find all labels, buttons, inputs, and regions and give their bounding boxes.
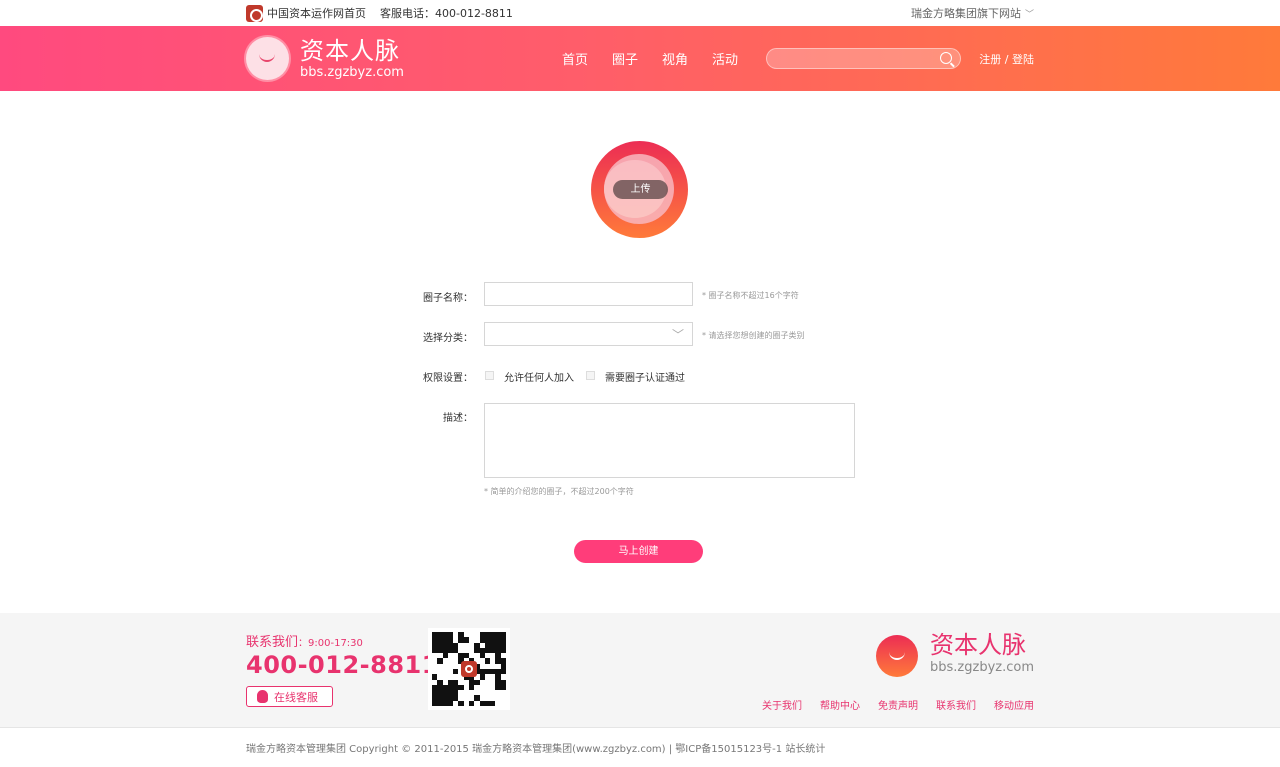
name-label: 圈子名称： [423, 293, 473, 304]
category-label: 选择分类： [423, 333, 473, 344]
main-nav: 首页 圈子 视角 活动 [562, 49, 738, 68]
allow-anyone-label: 允许任何人加入 [504, 373, 574, 384]
description-textarea[interactable] [484, 403, 855, 478]
online-service-label: 在线客服 [274, 690, 318, 704]
nav-circles[interactable]: 圈子 [612, 49, 638, 68]
logo-domain: bbs.zgzbyz.com [300, 64, 404, 80]
group-sites-label: 瑞金方略集团旗下网站 [910, 7, 1021, 20]
copyright-text: 瑞金方略资本管理集团 Copyright © 2011-2015 瑞金方略资本管… [246, 744, 826, 755]
brand-logo[interactable]: 资本人脉 bbs.zgzbyz.com [246, 37, 404, 80]
qr-logo-icon [461, 661, 477, 677]
description-label: 描述： [443, 413, 473, 424]
footer: 联系我们：9:00-17:30 400-012-8811 在线客服 资本人脉 b… [0, 613, 1280, 728]
search-input[interactable] [767, 51, 961, 71]
contact-title-text: 联系我们 [246, 635, 299, 650]
footer-logo-domain: bbs.zgzbyz.com [930, 660, 1034, 675]
group-sites-dropdown[interactable]: 瑞金方略集团旗下网站 ﹀ [911, 5, 1034, 21]
description-hint: * 简单的介绍您的圈子，不超过200个字符 [484, 487, 634, 496]
upload-button[interactable]: 上传 [613, 180, 668, 199]
contact-title: 联系我们：9:00-17:30 [246, 631, 363, 650]
chevron-down-icon: ﹀ [671, 328, 684, 342]
name-hint: * 圈子名称不超过16个字符 [702, 291, 799, 300]
contact-hours: ：9:00-17:30 [298, 638, 363, 649]
footer-logo-title: 资本人脉 [930, 631, 1027, 659]
footer-link-help[interactable]: 帮助中心 [820, 697, 860, 712]
search-icon[interactable] [940, 52, 953, 64]
top-bar: 中国资本运作网首页 客服电话：400-012-8811 瑞金方略集团旗下网站 ﹀ [0, 0, 1280, 26]
footer-link-mobile[interactable]: 移动应用 [994, 697, 1034, 712]
allow-anyone-checkbox[interactable] [485, 371, 494, 380]
category-select[interactable]: ﹀ [484, 322, 693, 346]
smile-logo-icon [876, 635, 919, 677]
require-approval-label: 需要圈子认证通过 [605, 373, 685, 384]
smile-logo-icon [246, 37, 289, 80]
home-link[interactable]: 中国资本运作网首页 [267, 5, 366, 21]
copyright-bar: 瑞金方略资本管理集团 Copyright © 2011-2015 瑞金方略资本管… [0, 728, 1280, 767]
create-button[interactable]: 马上创建 [574, 540, 703, 563]
footer-links: 关于我们 帮助中心 免责声明 联系我们 移动应用 [762, 697, 1034, 712]
logo-title: 资本人脉 [300, 36, 400, 65]
nav-home[interactable]: 首页 [562, 49, 588, 68]
nav-events[interactable]: 活动 [712, 49, 738, 68]
create-circle-form: 上传 圈子名称： * 圈子名称不超过16个字符 选择分类： ﹀ * 请选择您想创… [0, 91, 1280, 613]
online-service-button[interactable]: 在线客服 [246, 686, 333, 707]
footer-logo: 资本人脉 bbs.zgzbyz.com [876, 631, 1034, 677]
footer-link-contact[interactable]: 联系我们 [936, 697, 976, 712]
permission-label: 权限设置： [423, 373, 473, 384]
hotline-text: 客服电话：400-012-8811 [380, 7, 513, 20]
circle-avatar: 上传 [591, 141, 688, 238]
search-box [766, 48, 962, 71]
header: 资本人脉 bbs.zgzbyz.com 首页 圈子 视角 活动 注册 / 登陆 [0, 26, 1280, 91]
circle-name-input[interactable] [484, 282, 693, 306]
footer-link-disclaimer[interactable]: 免责声明 [878, 697, 918, 712]
category-hint: * 请选择您想创建的圈子类别 [702, 331, 805, 340]
qq-icon [257, 690, 268, 703]
register-login-link[interactable]: 注册 / 登陆 [979, 51, 1034, 67]
qr-code [428, 628, 510, 710]
nav-perspective[interactable]: 视角 [662, 49, 688, 68]
footer-link-about[interactable]: 关于我们 [762, 697, 802, 712]
require-approval-checkbox[interactable] [586, 371, 595, 380]
site-logo-icon [246, 4, 263, 22]
chevron-down-icon: ﹀ [1024, 9, 1034, 20]
footer-phone: 400-012-8811 [246, 651, 439, 679]
